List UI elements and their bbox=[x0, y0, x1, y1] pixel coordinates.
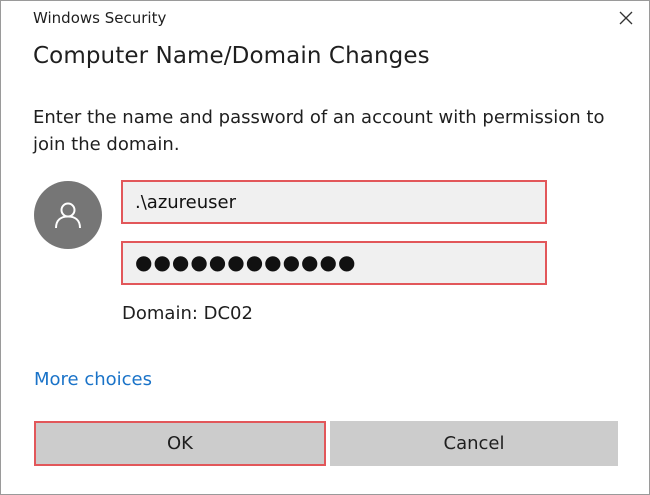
close-icon bbox=[619, 11, 633, 25]
dialog-description: Enter the name and password of an accoun… bbox=[33, 107, 605, 155]
user-icon bbox=[55, 202, 81, 229]
dialog-heading: Computer Name/Domain Changes bbox=[33, 43, 430, 69]
password-field[interactable]: ●●●●●●●●●●●● bbox=[121, 241, 547, 285]
username-field[interactable]: .\azureuser bbox=[121, 180, 547, 224]
domain-label: Domain: DC02 bbox=[122, 303, 253, 324]
more-choices-link[interactable]: More choices bbox=[34, 369, 152, 390]
cancel-button[interactable]: Cancel bbox=[330, 421, 618, 466]
username-value: .\azureuser bbox=[135, 191, 237, 213]
avatar bbox=[34, 181, 102, 249]
window-title: Windows Security bbox=[33, 9, 167, 27]
password-value: ●●●●●●●●●●●● bbox=[135, 250, 357, 274]
ok-button[interactable]: OK bbox=[34, 421, 326, 466]
windows-security-dialog: Windows Security Computer Name/Domain Ch… bbox=[0, 0, 650, 495]
close-button[interactable] bbox=[603, 1, 649, 35]
